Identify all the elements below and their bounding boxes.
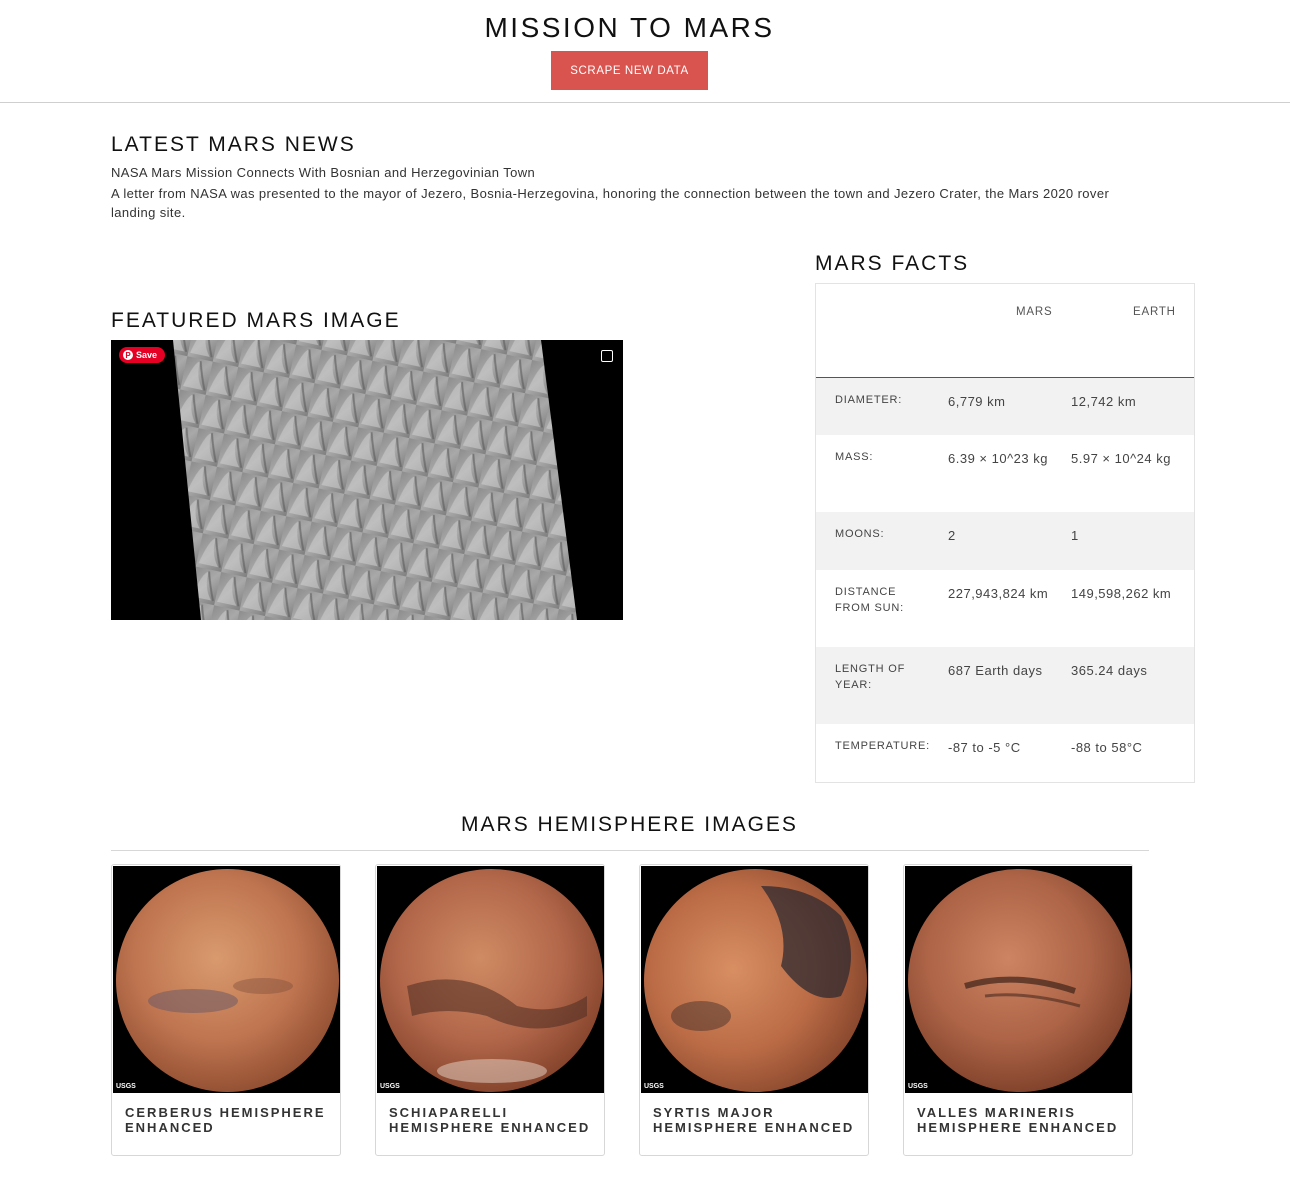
mars-facts-table-container: MARS EARTH DIAMETER: 6,779 km 12,742 km … — [815, 283, 1195, 783]
hemisphere-image[interactable]: USGS — [377, 866, 604, 1093]
fact-label: DIAMETER: — [835, 393, 903, 406]
news-teaser: A letter from NASA was presented to the … — [111, 186, 1110, 220]
table-index-row — [816, 339, 1194, 377]
fact-mars-value: 687 Earth days — [948, 663, 1043, 678]
fact-label: MASS: — [835, 451, 874, 463]
fact-earth-value: 1 — [1071, 528, 1079, 543]
page-header: MISSION TO MARS SCRAPE NEW DATA — [0, 0, 1290, 103]
pinterest-save-button[interactable]: P Save — [119, 347, 166, 363]
fact-label: DISTANCE FROM SUN: — [835, 586, 904, 614]
fact-label: TEMPERATURE: — [835, 740, 930, 752]
featured-image-heading: FEATURED MARS IMAGE — [111, 309, 401, 332]
hemisphere-title[interactable]: SCHIAPARELLI HEMISPHERE ENHANCED — [389, 1105, 599, 1135]
fact-earth-value: 149,598,262 km — [1071, 586, 1172, 601]
column-header — [816, 284, 948, 339]
column-header-earth: EARTH — [1133, 305, 1176, 318]
surface-markings — [671, 886, 851, 1031]
table-header-row: MARS EARTH — [816, 284, 1194, 339]
usgs-watermark: USGS — [116, 1083, 136, 1090]
hemisphere-card-valles-marineris[interactable]: USGS VALLES MARINERIS HEMISPHERE ENHANCE… — [903, 864, 1133, 1156]
table-row: LENGTH OF YEAR: 687 Earth days 365.24 da… — [816, 647, 1194, 724]
hemisphere-image[interactable]: USGS — [113, 866, 340, 1093]
hemispheres-divider — [111, 850, 1149, 851]
table-row: DISTANCE FROM SUN: 227,943,824 km 149,59… — [816, 570, 1194, 647]
hemisphere-title[interactable]: VALLES MARINERIS HEMISPHERE ENHANCED — [917, 1105, 1127, 1135]
fact-earth-value: 5.97 × 10^24 kg — [1071, 451, 1171, 466]
usgs-watermark: USGS — [908, 1083, 928, 1090]
fact-mars-value: 6.39 × 10^23 kg — [948, 451, 1048, 466]
hemisphere-card-schiaparelli[interactable]: USGS SCHIAPARELLI HEMISPHERE ENHANCED — [375, 864, 605, 1156]
hemisphere-title[interactable]: CERBERUS HEMISPHERE ENHANCED — [125, 1105, 335, 1135]
scrape-new-data-button[interactable]: SCRAPE NEW DATA — [551, 51, 708, 90]
fact-mars-value: -87 to -5 °C — [948, 740, 1021, 755]
hemisphere-image[interactable]: USGS — [905, 866, 1132, 1093]
hemisphere-card-cerberus[interactable]: USGS CERBERUS HEMISPHERE ENHANCED — [111, 864, 341, 1156]
table-row: DIAMETER: 6,779 km 12,742 km — [816, 377, 1194, 435]
hemisphere-image[interactable]: USGS — [641, 866, 868, 1093]
usgs-watermark: USGS — [380, 1083, 400, 1090]
fact-label: MOONS: — [835, 528, 885, 540]
surface-markings — [964, 976, 1081, 1008]
surface-markings — [148, 978, 293, 1013]
fact-mars-value: 2 — [948, 528, 956, 543]
hemisphere-title[interactable]: SYRTIS MAJOR HEMISPHERE ENHANCED — [653, 1105, 863, 1135]
dune-field-image — [111, 340, 623, 620]
fact-earth-value: 12,742 km — [1071, 393, 1137, 409]
mars-facts-heading: MARS FACTS — [815, 252, 970, 275]
fact-earth-value: -88 to 58°C — [1071, 740, 1143, 755]
usgs-watermark: USGS — [644, 1083, 664, 1090]
latest-news-heading: LATEST MARS NEWS — [111, 133, 356, 156]
fact-mars-value: 227,943,824 km — [948, 586, 1049, 601]
hemisphere-card-syrtis-major[interactable]: USGS SYRTIS MAJOR HEMISPHERE ENHANCED — [639, 864, 869, 1156]
hemispheres-heading: MARS HEMISPHERE IMAGES — [461, 813, 798, 836]
site-title: MISSION TO MARS — [484, 12, 775, 43]
fact-mars-value: 6,779 km — [948, 393, 1006, 409]
visual-search-icon[interactable] — [601, 350, 613, 362]
table-row: MOONS: 2 1 — [816, 512, 1194, 570]
table-row: MASS: 6.39 × 10^23 kg 5.97 × 10^24 kg — [816, 435, 1194, 512]
fact-earth-value: 365.24 days — [1071, 663, 1148, 678]
mars-facts-table: MARS EARTH DIAMETER: 6,779 km 12,742 km … — [816, 284, 1194, 782]
pinterest-icon: P — [123, 350, 133, 360]
surface-markings — [407, 979, 587, 1083]
news-title: NASA Mars Mission Connects With Bosnian … — [111, 165, 536, 180]
fact-label: LENGTH OF YEAR: — [835, 663, 906, 691]
table-row: TEMPERATURE: -87 to -5 °C -88 to 58°C — [816, 724, 1194, 782]
save-label: Save — [136, 350, 158, 360]
featured-mars-image[interactable]: P Save — [111, 340, 623, 620]
column-header-mars: MARS — [1016, 305, 1053, 318]
